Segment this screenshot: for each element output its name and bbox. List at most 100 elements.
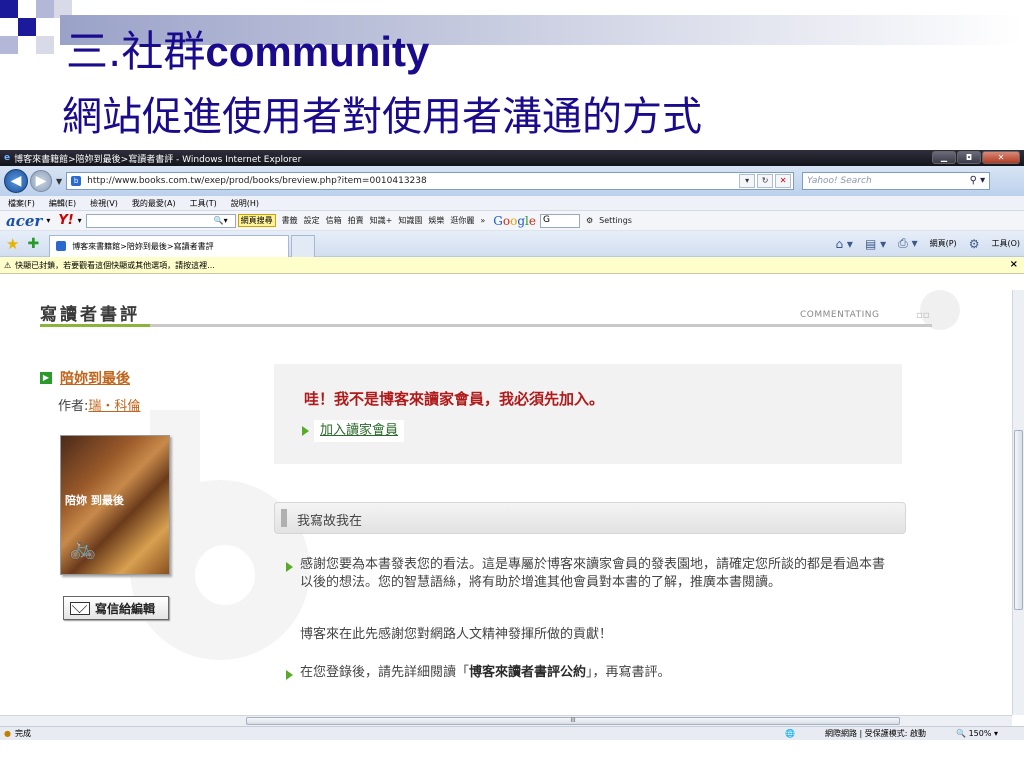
window-title: 博客來書籍館>陪妳到最後>寫讀者書評 - Windows Internet Ex…: [14, 154, 302, 165]
zoom-level[interactable]: 🔍 150% ▾: [956, 729, 998, 738]
url-dropdown-icon[interactable]: ▾: [739, 174, 756, 188]
toolbar-knowledge[interactable]: 知識+: [370, 215, 393, 226]
toolbar-knowledge-garden[interactable]: 知識園: [398, 215, 422, 226]
page-menu[interactable]: 網頁(P): [930, 238, 957, 249]
stop-icon[interactable]: ✕: [775, 174, 792, 188]
browser-titlebar: e 博客來書籍館>陪妳到最後>寫讀者書評 - Windows Internet …: [0, 150, 1024, 166]
slide-deco-square-4: [0, 36, 18, 54]
toolbar-settings-cn[interactable]: 設定: [304, 215, 320, 226]
zone-text: 網際網路 | 受保護模式: 啟動: [825, 729, 927, 738]
book-bullet-icon: ▶: [40, 372, 52, 384]
status-text: 完成: [14, 729, 31, 738]
watermark-logo-hole: [195, 545, 255, 605]
author-label: 作者:: [58, 399, 89, 414]
home-icon[interactable]: ⌂ ▾: [836, 237, 853, 251]
menu-help[interactable]: 說明(H): [231, 198, 259, 209]
search-placeholder: Yahoo! Search: [807, 176, 872, 186]
maximize-button[interactable]: ◘: [957, 151, 981, 164]
tab-label: 博客來書籍館>陪妳到最後>寫讀者書評: [72, 241, 214, 251]
feeds-icon[interactable]: ▤ ▾: [865, 237, 886, 251]
new-tab-button[interactable]: [291, 234, 316, 257]
tab-current[interactable]: 博客來書籍館>陪妳到最後>寫讀者書評: [49, 234, 290, 257]
horizontal-scrollbar[interactable]: III: [0, 715, 1012, 726]
infobar-close-icon[interactable]: ×: [1010, 259, 1018, 270]
vertical-scroll-thumb[interactable]: [1014, 430, 1023, 610]
tools-gear-icon[interactable]: ⚙: [969, 237, 980, 251]
toolbar-more[interactable]: »: [480, 216, 485, 225]
toolbar-auction[interactable]: 拍賣: [348, 215, 364, 226]
favorites-star-icon[interactable]: ★: [6, 235, 19, 253]
horizontal-scroll-thumb[interactable]: III: [246, 717, 900, 725]
popup-blocked-infobar[interactable]: ⚠ 快顯已封鎖，若要觀看這個快顯或其他選項，請按這裡... ×: [0, 257, 1024, 274]
intro-paragraph: 感謝您要為本書發表您的看法。這是專屬於博客來讀家會員的發表園地，請確定您所談的都…: [300, 557, 886, 590]
browser-window: e 博客來書籍館>陪妳到最後>寫讀者書評 - Windows Internet …: [0, 150, 1024, 740]
forward-button[interactable]: ▶: [30, 170, 52, 192]
page-viewport: ▫▫ 寫讀者書評 COMMENTATING ▶ 陪妳到最後 作者:瑞・科倫 陪妳…: [0, 290, 1012, 715]
google-logo[interactable]: Google: [493, 214, 536, 228]
status-done-icon: ●: [4, 729, 11, 738]
status-bar: ● 完成 🌐 網際網路 | 受保護模式: 啟動 🔍 150% ▾: [0, 726, 1024, 740]
section-bar-mark: [281, 509, 287, 527]
acer-logo[interactable]: acer: [6, 212, 42, 230]
yahoo-dropdown-icon[interactable]: ▾: [78, 216, 82, 225]
close-button[interactable]: ✕: [982, 151, 1020, 164]
vertical-scrollbar[interactable]: [1012, 290, 1024, 715]
slide-deco-square-5: [36, 36, 54, 54]
section-header-bar: 我寫故我在: [274, 502, 906, 534]
tools-menu[interactable]: 工具(O): [991, 238, 1020, 249]
yahoo-logo[interactable]: Y!: [58, 213, 73, 228]
url-text: http://www.books.com.tw/exep/prod/books/…: [87, 176, 427, 186]
search-input[interactable]: Yahoo! Search ⚲ ▾: [802, 172, 991, 190]
section-title: 寫讀者書評: [40, 305, 140, 325]
section-subtitle: COMMENTATING: [800, 310, 880, 320]
site-favicon-icon: b: [71, 176, 82, 186]
rules-paragraph: 在您登錄後，請先詳細閱讀「博客來讀者書評公約」，再寫書評。: [300, 665, 671, 680]
acer-dropdown-icon[interactable]: ▾: [46, 216, 50, 225]
menu-view[interactable]: 檢視(V): [90, 198, 118, 209]
ie-logo-icon: e: [4, 153, 11, 163]
tab-favicon-icon: [56, 241, 67, 251]
menu-tools[interactable]: 工具(T): [190, 198, 217, 209]
add-favorite-icon[interactable]: ✚: [27, 236, 39, 252]
write-to-editor-label: 寫信給編輯: [95, 601, 156, 616]
command-bar: ⌂ ▾ ▤ ▾ ⎙ ▾ 網頁(P) ⚙ 工具(O): [836, 236, 1021, 251]
infobar-text: 快顯已封鎖，若要觀看這個快顯或其他選項，請按這裡...: [15, 260, 215, 270]
toolbar-bookmarks[interactable]: 書籤: [282, 215, 298, 226]
gear-icon[interactable]: ⚙: [586, 216, 593, 225]
envelope-icon: [70, 601, 90, 615]
back-button[interactable]: ◀: [4, 169, 28, 193]
menu-file[interactable]: 檔案(F): [8, 198, 35, 209]
search-icon[interactable]: ⚲ ▾: [970, 175, 986, 186]
minimize-button[interactable]: ▁: [932, 151, 956, 164]
join-member-link[interactable]: 加入讀家會員: [314, 420, 405, 442]
toolbar-settings-en[interactable]: Settings: [599, 216, 632, 225]
book-title-link[interactable]: 陪妳到最後: [60, 368, 130, 388]
toolbar-entertainment[interactable]: 娛樂: [428, 215, 444, 226]
join-arrow-icon: [302, 426, 309, 436]
magnifier-icon[interactable]: 🔍▾: [214, 216, 228, 225]
toolbar-mail[interactable]: 信箱: [326, 215, 342, 226]
para3-arrow-icon: [286, 670, 293, 680]
web-search-button[interactable]: 網頁搜尋: [237, 214, 276, 227]
url-input[interactable]: b http://www.books.com.tw/exep/prod/book…: [66, 172, 795, 190]
review-rules-link[interactable]: 博客來讀者書評公約: [469, 665, 586, 680]
globe-icon: 🌐: [785, 729, 796, 738]
thanks-paragraph: 博客來在此先感謝您對網路人文精神發揮所做的貢獻！: [300, 627, 613, 642]
url-controls: ▾ ↻ ✕: [739, 174, 792, 188]
window-controls: ▁ ◘ ✕: [932, 151, 1020, 164]
slide-title-line1: 三.社群community: [66, 27, 430, 76]
slide-deco-square-2: [18, 18, 36, 36]
corner-dots-icon: ▫▫: [916, 310, 930, 321]
refresh-icon[interactable]: ↻: [757, 174, 774, 188]
toolbar-shopping[interactable]: 逛你麗: [450, 215, 474, 226]
menu-favorites[interactable]: 我的最愛(A): [132, 198, 176, 209]
menu-edit[interactable]: 編輯(E): [49, 198, 76, 209]
history-dropdown-icon[interactable]: ▼: [56, 177, 62, 186]
author-link[interactable]: 瑞・科倫: [88, 399, 140, 414]
write-to-editor-button[interactable]: 寫信給編輯: [63, 596, 169, 620]
tab-bar: ★ ✚ 博客來書籍館>陪妳到最後>寫讀者書評 ⌂ ▾ ▤ ▾ ⎙ ▾ 網頁(P)…: [0, 231, 1024, 257]
google-search-input[interactable]: G: [539, 213, 580, 228]
print-icon[interactable]: ⎙ ▾: [898, 236, 917, 251]
book-cover-image[interactable]: 陪妳 到最後 🚲: [60, 435, 170, 575]
status-right: 🌐 網際網路 | 受保護模式: 啟動 🔍 150% ▾: [785, 728, 998, 739]
